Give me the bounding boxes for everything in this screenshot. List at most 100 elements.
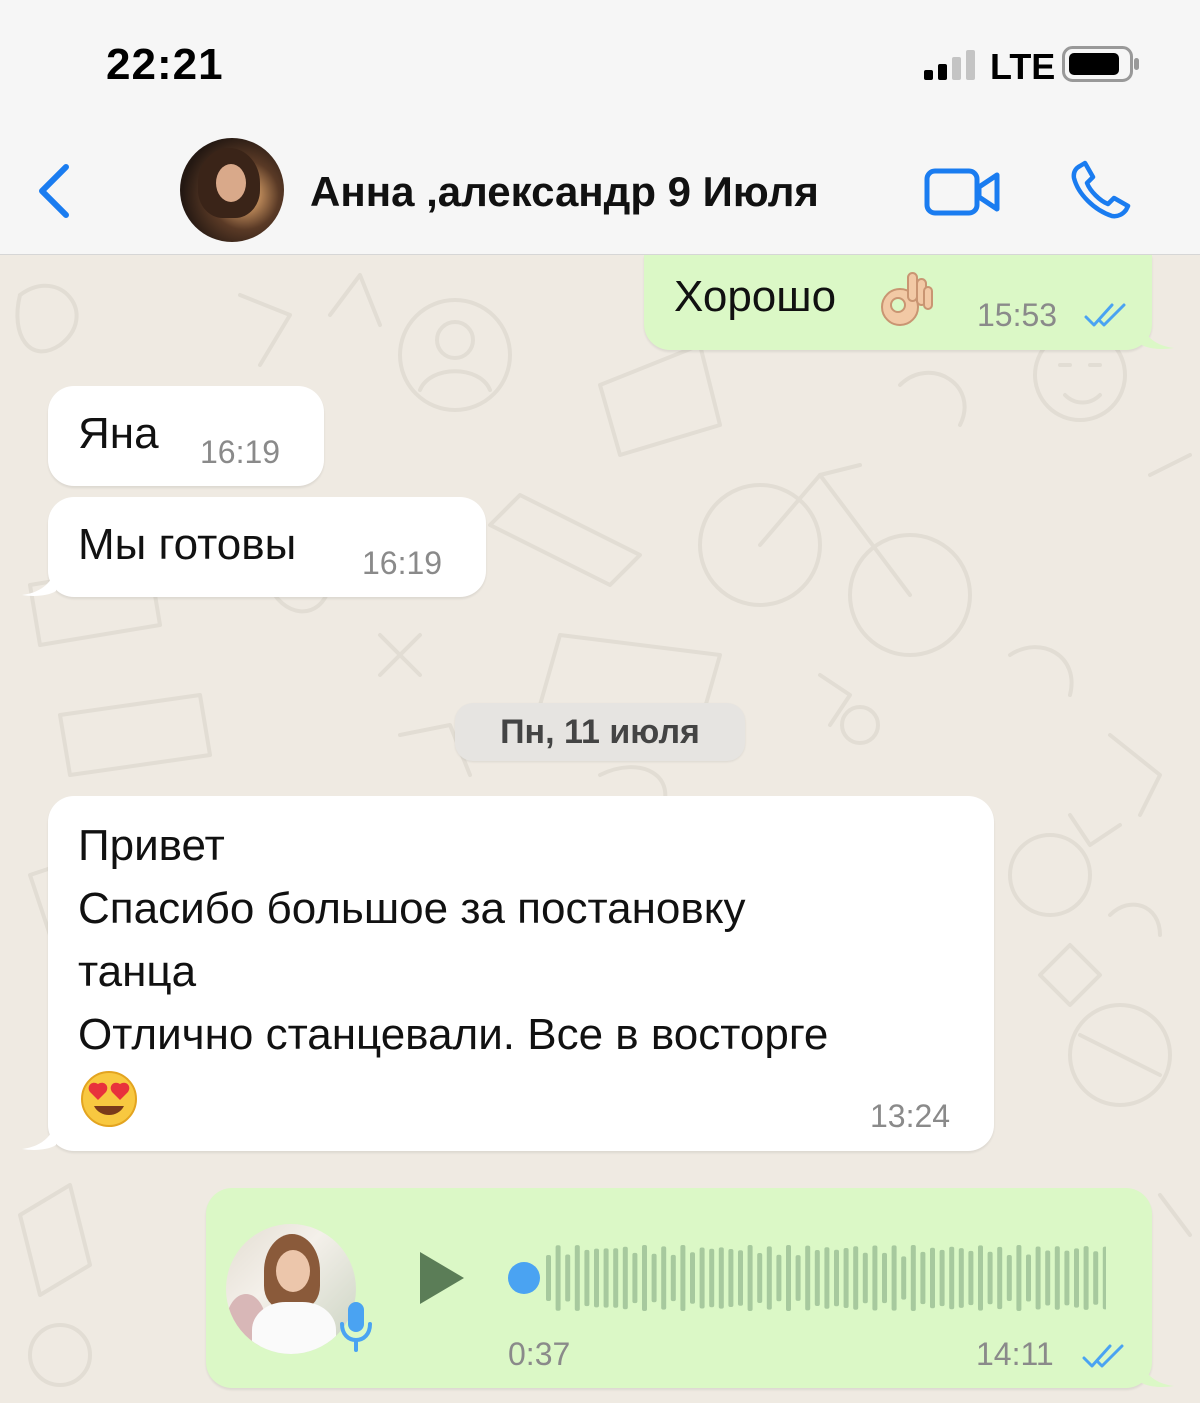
bubble-tail xyxy=(22,1121,56,1150)
contact-avatar[interactable] xyxy=(180,138,284,242)
waveform-bar xyxy=(718,1247,724,1309)
waveform-bar xyxy=(1074,1248,1079,1308)
message-text: Мы готовы xyxy=(78,520,297,569)
waveform-bar xyxy=(1016,1245,1022,1311)
waveform-bar xyxy=(1054,1246,1060,1310)
waveform-bar xyxy=(882,1252,887,1304)
waveform-bar xyxy=(1102,1246,1106,1310)
waveform-bar xyxy=(901,1256,907,1300)
double-check-icon xyxy=(1082,1344,1124,1368)
message-time: 16:19 xyxy=(200,434,281,470)
waveform-bar xyxy=(699,1247,705,1309)
waveform-bar xyxy=(555,1245,561,1311)
waveform-bar xyxy=(862,1252,868,1304)
message-bubble-outgoing[interactable]: Хорошо 15:53 xyxy=(644,255,1152,350)
waveform-bar xyxy=(920,1251,926,1305)
waveform-bar xyxy=(834,1249,839,1307)
waveform-bar xyxy=(1035,1246,1041,1310)
video-camera-icon[interactable] xyxy=(924,167,1002,217)
waveform-bar xyxy=(978,1245,983,1311)
voice-message-bubble[interactable]: 0:37 14:11 xyxy=(206,1188,1152,1388)
waveform-bar xyxy=(853,1246,859,1310)
message-bubble-incoming[interactable]: Привет Спасибо большое за постановку тан… xyxy=(48,796,994,1151)
message-text: Яна xyxy=(78,409,159,458)
waveform-bar xyxy=(872,1245,878,1311)
waveform-bar xyxy=(603,1248,609,1308)
waveform-bar xyxy=(766,1246,772,1310)
waveform-bar xyxy=(997,1246,1003,1310)
waveform-bar xyxy=(958,1248,964,1308)
waveform-bar xyxy=(565,1254,571,1302)
message-time: 13:24 xyxy=(870,1098,951,1134)
waveform-bar xyxy=(910,1245,916,1311)
waveform-bar xyxy=(757,1253,763,1303)
phone-icon[interactable] xyxy=(1070,160,1134,220)
waveform-bar xyxy=(1064,1250,1070,1306)
bubble-tail xyxy=(22,567,56,596)
waveform-bar xyxy=(930,1247,935,1309)
voice-duration: 0:37 xyxy=(508,1336,571,1372)
waveform-bar xyxy=(622,1246,628,1310)
play-icon[interactable] xyxy=(418,1250,466,1306)
chevron-left-icon[interactable] xyxy=(34,163,74,219)
message-bubble-incoming[interactable]: Мы готовы 16:19 xyxy=(48,497,486,597)
waveform-bar xyxy=(1026,1254,1031,1302)
waveform-bar xyxy=(728,1248,734,1308)
waveform-bar xyxy=(632,1252,638,1304)
message-text: Хорошо xyxy=(674,272,837,321)
waveform-bar xyxy=(987,1251,993,1305)
message-time: 16:19 xyxy=(362,545,443,581)
sender-avatar xyxy=(226,1224,356,1354)
bubble-tail xyxy=(1140,1358,1174,1387)
waveform-bar xyxy=(584,1249,590,1307)
waveform-bar xyxy=(805,1245,811,1311)
waveform-bar xyxy=(680,1245,686,1311)
waveform-bar xyxy=(670,1254,676,1302)
signal-icon xyxy=(924,50,975,80)
chat-header: Анна ,александр 9 Июля xyxy=(0,125,1200,255)
message-time: 15:53 xyxy=(977,297,1058,333)
waveform-bar xyxy=(661,1246,667,1310)
ok-hand-emoji xyxy=(881,272,933,326)
date-separator: Пн, 11 июля xyxy=(455,703,745,761)
waveform-bar xyxy=(613,1248,619,1308)
waveform-bar xyxy=(824,1247,830,1309)
waveform-bar xyxy=(1045,1250,1051,1306)
waveform-bar xyxy=(814,1249,820,1307)
waveform-bar xyxy=(891,1245,897,1311)
waveform-bar xyxy=(1093,1251,1099,1305)
playback-position-knob[interactable] xyxy=(508,1262,540,1294)
status-time: 22:21 xyxy=(106,40,224,89)
battery-icon xyxy=(1062,46,1139,82)
network-type: LTE xyxy=(990,46,1056,87)
microphone-icon xyxy=(340,1302,372,1352)
waveform-bar xyxy=(546,1255,551,1301)
waveform-bar xyxy=(786,1245,791,1311)
waveform-bar xyxy=(709,1248,715,1308)
waveform-bar xyxy=(651,1253,657,1303)
audio-waveform[interactable] xyxy=(506,1240,1106,1316)
waveform-bar xyxy=(939,1249,945,1307)
chat-title[interactable]: Анна ,александр 9 Июля xyxy=(310,168,819,216)
message-text: Привет Спасибо большое за постановку тан… xyxy=(78,821,829,1059)
waveform-bar xyxy=(776,1254,782,1302)
heart-eyes-emoji xyxy=(81,1071,137,1127)
waveform-bar xyxy=(795,1255,801,1301)
message-time: 14:11 xyxy=(976,1336,1054,1372)
waveform-bar xyxy=(574,1245,580,1311)
waveform-bar xyxy=(949,1246,955,1310)
waveform-bar xyxy=(747,1245,753,1311)
waveform-bar xyxy=(843,1248,849,1308)
waveform-bar xyxy=(690,1252,695,1304)
waveform-bar xyxy=(642,1245,647,1311)
waveform-bar xyxy=(968,1250,974,1306)
waveform-bar xyxy=(1083,1246,1089,1310)
status-bar: 22:21 LTE xyxy=(0,0,1200,125)
waveform-bar xyxy=(738,1250,743,1306)
bubble-tail xyxy=(1140,320,1174,349)
chat-area[interactable]: Хорошо 15:53 Яна 16:19 Мы готовы 16:19 П… xyxy=(0,255,1200,1403)
waveform-bar xyxy=(594,1248,599,1308)
waveform-bar xyxy=(1006,1254,1012,1302)
message-bubble-incoming[interactable]: Яна 16:19 xyxy=(48,386,324,486)
double-check-icon xyxy=(1084,303,1126,327)
